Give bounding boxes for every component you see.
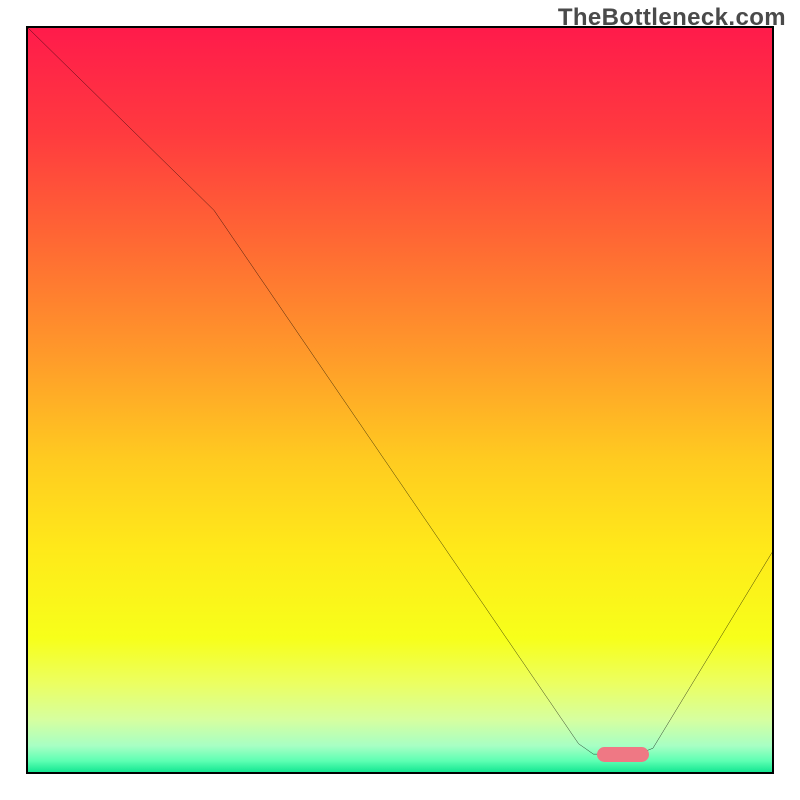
bottleneck-curve — [28, 28, 772, 772]
optimal-range-marker — [597, 747, 649, 762]
watermark-text: TheBottleneck.com — [558, 4, 786, 32]
plot-area — [26, 26, 774, 774]
chart-container: TheBottleneck.com — [0, 0, 800, 800]
